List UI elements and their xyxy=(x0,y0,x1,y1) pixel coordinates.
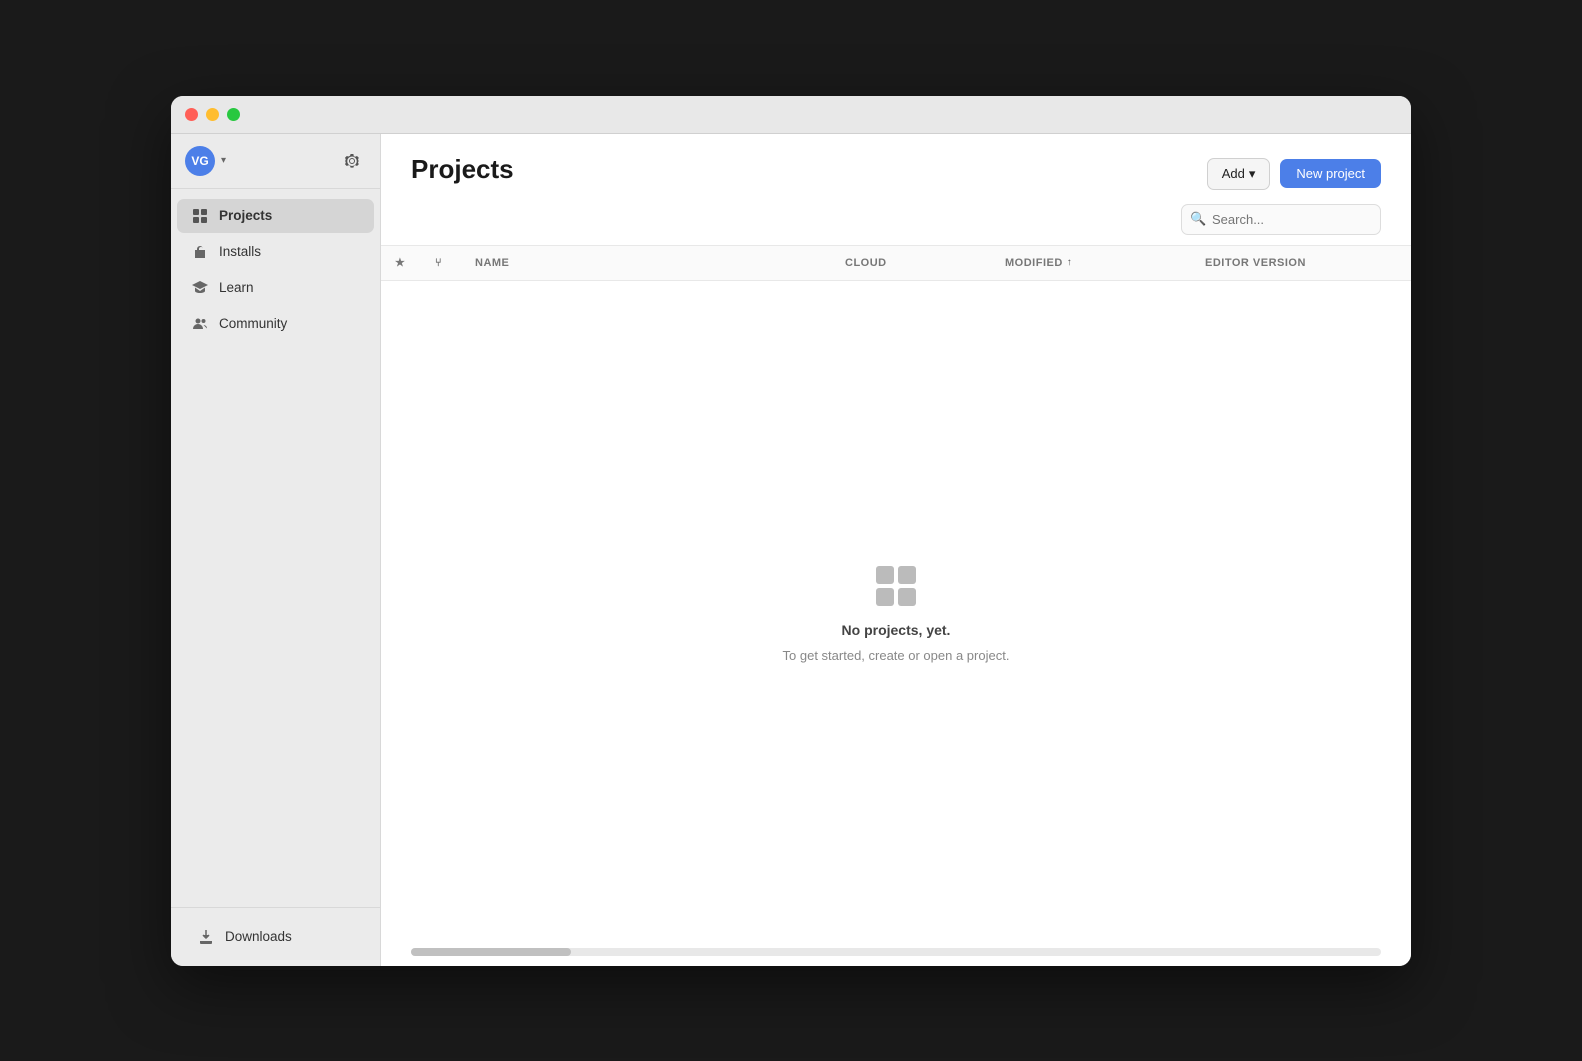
star-icon: ★ xyxy=(395,256,405,269)
sidebar-top: VG ▾ xyxy=(171,134,380,189)
community-label: Community xyxy=(219,316,287,331)
close-button[interactable] xyxy=(185,108,198,121)
add-chevron-icon: ▾ xyxy=(1249,166,1256,182)
traffic-lights xyxy=(185,108,240,121)
empty-icon-cell-2 xyxy=(898,566,916,584)
col-header-modified[interactable]: MODIFIED ↑ xyxy=(1001,257,1201,269)
col-header-star[interactable]: ★ xyxy=(391,256,431,269)
lock-icon xyxy=(191,243,209,261)
col-editor-version-label: EDITOR VERSION xyxy=(1205,257,1306,269)
col-modified-label: MODIFIED xyxy=(1005,257,1063,269)
col-name-label: NAME xyxy=(475,257,509,269)
sort-arrow-icon: ↑ xyxy=(1067,257,1073,268)
sidebar-item-downloads[interactable]: Downloads xyxy=(183,920,368,954)
app-body: VG ▾ xyxy=(171,134,1411,966)
minimize-button[interactable] xyxy=(206,108,219,121)
sidebar-item-community[interactable]: Community xyxy=(177,307,374,341)
col-cloud-label: CLOUD xyxy=(845,257,887,269)
branch-icon: ⑂ xyxy=(435,257,442,269)
installs-label: Installs xyxy=(219,244,261,259)
col-header-editor-version[interactable]: EDITOR VERSION xyxy=(1201,257,1401,269)
page-title: Projects xyxy=(411,154,514,185)
app-window: VG ▾ xyxy=(171,96,1411,966)
user-menu[interactable]: VG ▾ xyxy=(185,146,226,176)
empty-state-subtitle: To get started, create or open a project… xyxy=(783,648,1010,663)
mortarboard-icon xyxy=(191,279,209,297)
scrollbar-track[interactable] xyxy=(411,948,1381,956)
search-icon: 🔍 xyxy=(1190,211,1206,227)
empty-icon-cell-3 xyxy=(876,588,894,606)
empty-icon-cell-1 xyxy=(876,566,894,584)
main-header: Projects Add ▾ New project xyxy=(381,134,1411,190)
sidebar-nav: Projects Installs xyxy=(171,189,380,907)
downloads-label: Downloads xyxy=(225,929,292,944)
empty-icon-cell-4 xyxy=(898,588,916,606)
scrollbar-thumb[interactable] xyxy=(411,948,571,956)
add-button[interactable]: Add ▾ xyxy=(1207,158,1271,190)
table-container: ★ ⑂ NAME CLOUD MODIFIED ↑ xyxy=(381,245,1411,948)
col-header-branch[interactable]: ⑂ xyxy=(431,257,471,269)
titlebar xyxy=(171,96,1411,134)
chevron-down-icon: ▾ xyxy=(221,155,226,166)
add-label: Add xyxy=(1222,166,1245,181)
empty-state-title: No projects, yet. xyxy=(842,622,951,638)
table-header: ★ ⑂ NAME CLOUD MODIFIED ↑ xyxy=(381,245,1411,281)
learn-label: Learn xyxy=(219,280,254,295)
col-header-cloud[interactable]: CLOUD xyxy=(841,257,1001,269)
maximize-button[interactable] xyxy=(227,108,240,121)
col-header-name[interactable]: NAME xyxy=(471,257,841,269)
grid-icon xyxy=(191,207,209,225)
header-actions: Add ▾ New project xyxy=(1207,158,1381,190)
avatar: VG xyxy=(185,146,215,176)
projects-label: Projects xyxy=(219,208,272,223)
sidebar: VG ▾ xyxy=(171,134,381,966)
main-content: Projects Add ▾ New project 🔍 xyxy=(381,134,1411,966)
search-input[interactable] xyxy=(1181,204,1381,235)
new-project-label: New project xyxy=(1296,166,1365,181)
sidebar-item-projects[interactable]: Projects xyxy=(177,199,374,233)
sidebar-item-installs[interactable]: Installs xyxy=(177,235,374,269)
sidebar-bottom: Downloads xyxy=(171,907,380,966)
empty-state-icon xyxy=(876,566,916,606)
search-container: 🔍 xyxy=(1181,204,1381,235)
sidebar-item-learn[interactable]: Learn xyxy=(177,271,374,305)
download-icon xyxy=(197,928,215,946)
settings-button[interactable] xyxy=(338,147,366,175)
people-icon xyxy=(191,315,209,333)
search-bar-row: 🔍 xyxy=(381,190,1411,245)
new-project-button[interactable]: New project xyxy=(1280,159,1381,188)
empty-state: No projects, yet. To get started, create… xyxy=(381,281,1411,948)
